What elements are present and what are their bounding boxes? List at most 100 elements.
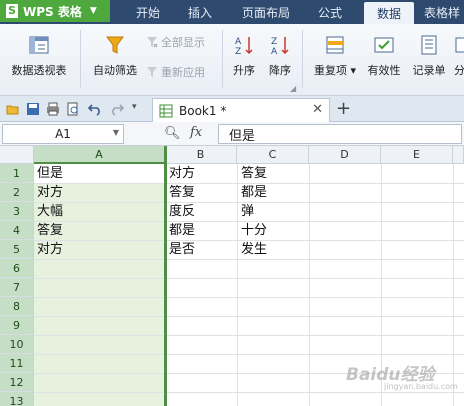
duplicates-button[interactable]: 重复项 ▾ bbox=[308, 34, 362, 78]
function-icon[interactable]: fx bbox=[190, 125, 202, 140]
column-header-e[interactable]: E bbox=[381, 146, 453, 164]
split-icon bbox=[454, 34, 464, 56]
select-all-corner[interactable] bbox=[0, 146, 34, 164]
baidu-watermark: Baidu经验 jingyan.baidu.com bbox=[340, 352, 460, 396]
record-form-button[interactable]: 记录单 bbox=[410, 34, 448, 78]
cell-c5[interactable]: 发生 bbox=[239, 240, 267, 259]
ribbon-separator bbox=[222, 30, 223, 88]
cell-b4[interactable]: 都是 bbox=[167, 221, 195, 240]
sort-descending-icon: Z A bbox=[269, 34, 291, 56]
tab-insert[interactable]: 插入 bbox=[180, 0, 220, 24]
column-header-d[interactable]: D bbox=[309, 146, 381, 164]
save-icon[interactable] bbox=[26, 102, 40, 116]
cell-c4[interactable]: 十分 bbox=[239, 221, 267, 240]
row-header[interactable]: 5 bbox=[0, 240, 34, 259]
formula-input[interactable]: 但是 bbox=[218, 124, 462, 144]
cell-b5[interactable]: 是否 bbox=[167, 240, 195, 259]
undo-icon[interactable] bbox=[88, 102, 102, 116]
validity-label: 有效性 bbox=[368, 62, 401, 78]
pivot-table-button[interactable]: 数据透视表 bbox=[6, 34, 72, 78]
sort-ascending-label: 升序 bbox=[233, 62, 255, 78]
tab-data[interactable]: 数据 bbox=[364, 2, 414, 24]
grid-line bbox=[309, 164, 310, 406]
tab-home[interactable]: 开始 bbox=[128, 0, 168, 24]
row-header[interactable]: 7 bbox=[0, 278, 34, 297]
document-title: Book1 * bbox=[179, 104, 226, 118]
sort-descending-label: 降序 bbox=[269, 62, 291, 78]
svg-text:Z: Z bbox=[271, 37, 277, 47]
row-header[interactable]: 8 bbox=[0, 297, 34, 316]
name-box-value: A1 bbox=[55, 127, 71, 141]
ribbon: 数据透视表 自动筛选 全部显示 重新应用 A Z 升序 Z A 降序 ◢ bbox=[0, 24, 464, 96]
row-header[interactable]: 12 bbox=[0, 373, 34, 392]
svg-text:A: A bbox=[271, 47, 278, 56]
reapply-label: 重新应用 bbox=[161, 64, 205, 80]
cell-c3[interactable]: 弹 bbox=[239, 202, 254, 221]
open-folder-icon[interactable] bbox=[6, 102, 20, 116]
cell-b2[interactable]: 答复 bbox=[167, 183, 195, 202]
reapply-button[interactable]: 重新应用 bbox=[146, 64, 205, 80]
row-header[interactable]: 6 bbox=[0, 259, 34, 278]
customize-dropdown-icon[interactable]: ▾ bbox=[132, 102, 137, 112]
row-header[interactable]: 4 bbox=[0, 221, 34, 240]
print-preview-icon[interactable] bbox=[66, 102, 80, 116]
app-name: WPS 表格 bbox=[23, 3, 82, 20]
cell-b3[interactable]: 度反 bbox=[167, 202, 195, 221]
sort-ascending-icon: A Z bbox=[233, 34, 255, 56]
cell-b1[interactable]: 对方 bbox=[167, 164, 195, 183]
more-button[interactable]: 分 bbox=[454, 34, 464, 78]
funnel-refresh-icon bbox=[146, 66, 158, 78]
tab-page-layout[interactable]: 页面布局 bbox=[232, 0, 300, 24]
sort-dialog-launcher-icon[interactable]: ◢ bbox=[290, 84, 296, 93]
cell-c1[interactable]: 答复 bbox=[239, 164, 267, 183]
row-header[interactable]: 3 bbox=[0, 202, 34, 221]
row-header[interactable]: 1 bbox=[0, 164, 34, 183]
tab-table-style[interactable]: 表格样 bbox=[424, 0, 464, 24]
tab-formulas[interactable]: 公式 bbox=[310, 0, 350, 24]
row-header[interactable]: 9 bbox=[0, 316, 34, 335]
cell-c2[interactable]: 都是 bbox=[239, 183, 267, 202]
svg-text:A: A bbox=[235, 37, 242, 47]
redo-icon[interactable] bbox=[110, 102, 124, 116]
column-header-partial[interactable] bbox=[453, 146, 464, 164]
ribbon-separator bbox=[80, 30, 81, 88]
column-header-c[interactable]: C bbox=[237, 146, 309, 164]
duplicates-label: 重复项 ▾ bbox=[314, 62, 356, 78]
cell-a5[interactable]: 对方 bbox=[35, 240, 63, 259]
cell-a1[interactable]: 但是 bbox=[35, 164, 63, 183]
title-bar: S WPS 表格 ▼ 开始 插入 页面布局 公式 数据 表格样 bbox=[0, 0, 464, 24]
funnel-icon bbox=[104, 34, 126, 56]
column-header-a[interactable]: A bbox=[34, 146, 165, 164]
caret-down-icon: ▼ bbox=[90, 6, 97, 16]
name-box[interactable]: A1 ▼ bbox=[2, 124, 124, 144]
row-header[interactable]: 11 bbox=[0, 354, 34, 373]
watermark-url: jingyan.baidu.com bbox=[384, 382, 458, 391]
row-header[interactable]: 2 bbox=[0, 183, 34, 202]
cell-a3[interactable]: 大幅 bbox=[35, 202, 63, 221]
sort-descending-button[interactable]: Z A 降序 bbox=[264, 34, 296, 78]
validity-button[interactable]: 有效性 bbox=[364, 34, 404, 78]
app-menu-button[interactable]: S WPS 表格 ▼ bbox=[0, 0, 110, 22]
sort-ascending-button[interactable]: A Z 升序 bbox=[228, 34, 260, 78]
cell-a4[interactable]: 答复 bbox=[35, 221, 63, 240]
grid-line bbox=[34, 335, 464, 336]
new-tab-icon[interactable]: + bbox=[336, 98, 351, 119]
close-tab-icon[interactable]: ✕ bbox=[312, 102, 323, 117]
document-tab[interactable]: Book1 * ✕ bbox=[152, 98, 330, 122]
zoom-icon[interactable]: 🔍︎ bbox=[164, 126, 181, 141]
show-all-button[interactable]: 全部显示 bbox=[146, 34, 205, 50]
grid-line bbox=[34, 278, 464, 279]
grid-line bbox=[34, 259, 464, 260]
autofilter-button[interactable]: 自动筛选 bbox=[88, 34, 142, 78]
document-tab-bar: ▾ Book1 * ✕ + bbox=[0, 96, 464, 122]
pivot-table-label: 数据透视表 bbox=[12, 62, 67, 78]
cell-a2[interactable]: 对方 bbox=[35, 183, 63, 202]
row-header[interactable]: 10 bbox=[0, 335, 34, 354]
svg-text:Z: Z bbox=[235, 47, 241, 56]
record-form-label: 记录单 bbox=[413, 62, 446, 78]
validity-icon bbox=[373, 34, 395, 56]
row-header[interactable]: 13 bbox=[0, 392, 34, 406]
chevron-down-icon[interactable]: ▼ bbox=[113, 128, 119, 137]
column-header-b[interactable]: B bbox=[165, 146, 237, 164]
print-icon[interactable] bbox=[46, 102, 60, 116]
